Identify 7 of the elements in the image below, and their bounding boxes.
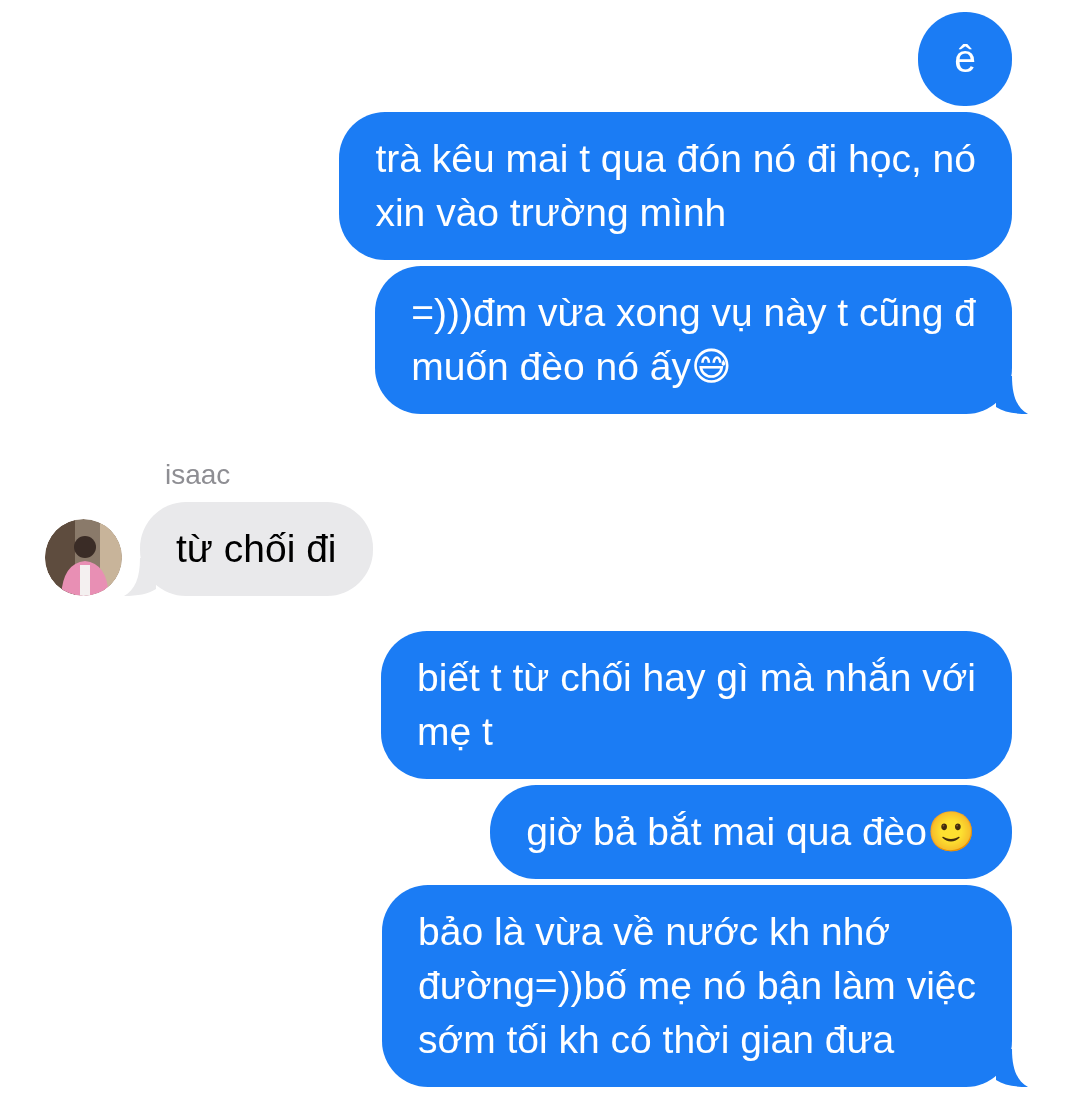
message-bubble: trà kêu mai t qua đón nó đi học, nó xin vào trường mình [339,112,1012,260]
message-bubble: giờ bả bắt mai qua đèo🙂 [490,785,1012,879]
sender-name: isaac [165,458,232,492]
message-bubble: ê [918,12,1012,106]
message-bubble: biết t từ chối hay gì mà nhắn với mẹ t [381,631,1012,779]
bubble-tail [996,376,1028,414]
bubble-tail [996,1049,1028,1087]
